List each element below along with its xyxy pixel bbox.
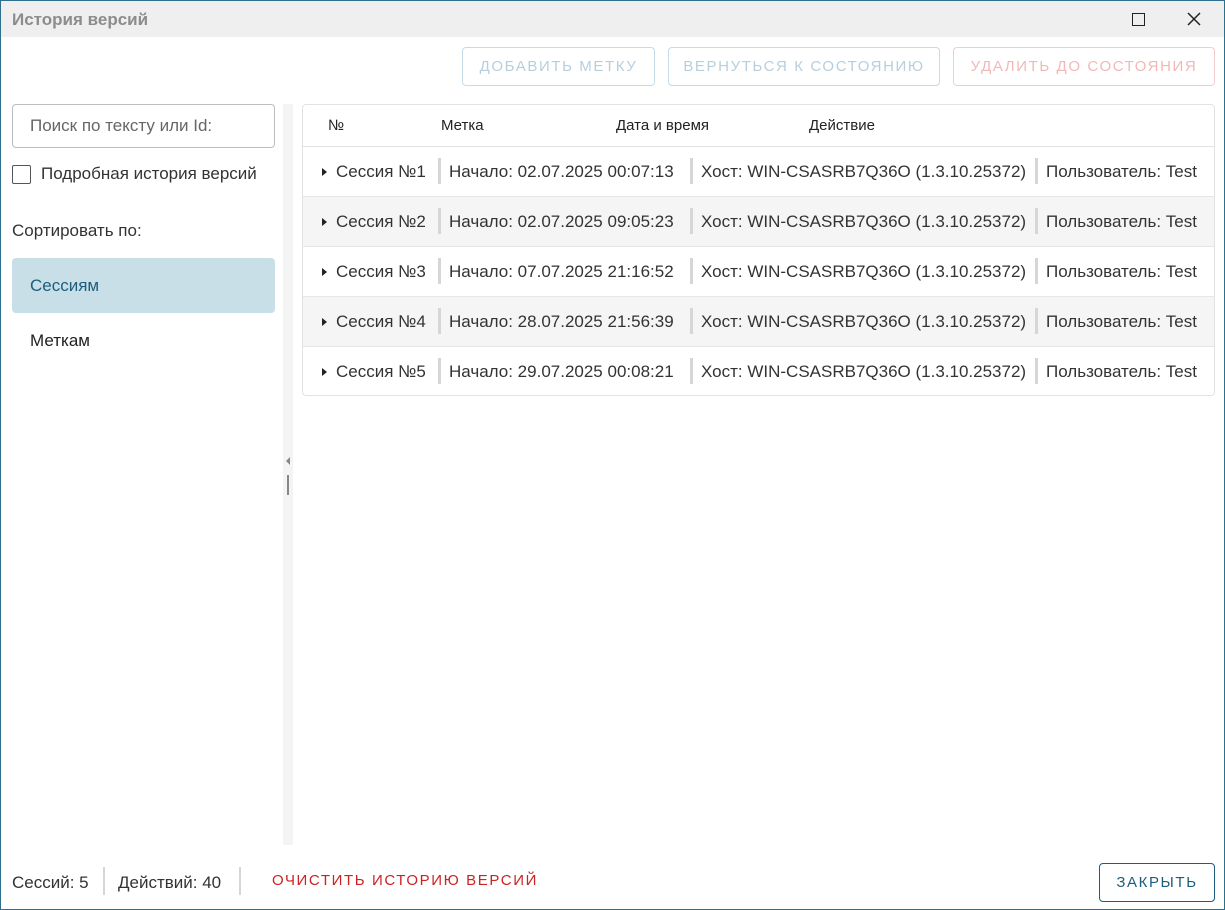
session-name: Сессия №4 [336, 312, 426, 331]
session-start: Начало: 29.07.2025 00:08:21 [449, 362, 674, 381]
cell-divider [438, 358, 441, 384]
footer-divider [239, 867, 241, 895]
splitter-handle[interactable] [287, 475, 289, 495]
session-name: Сессия №2 [336, 212, 426, 231]
cell-divider [438, 258, 441, 284]
column-header-tag[interactable]: Метка [441, 117, 484, 134]
session-host: Хост: WIN-CSASRB7Q36O (1.3.10.25372) [701, 362, 1027, 381]
session-start: Начало: 28.07.2025 21:56:39 [449, 312, 674, 331]
sort-option-sessions[interactable]: Сессиям [12, 258, 275, 313]
detailed-history-checkbox[interactable] [12, 164, 31, 184]
collapse-arrow-icon[interactable] [286, 457, 290, 465]
actions-count: Действий: 40 [118, 873, 222, 892]
table-row[interactable]: Сессия №1 Начало: 02.07.2025 00:07:13 Хо… [303, 147, 1214, 197]
cell-divider [690, 358, 693, 384]
session-user: Пользователь: Test [1046, 362, 1197, 381]
session-host: Хост: WIN-CSASRB7Q36O (1.3.10.25372) [701, 262, 1027, 281]
close-button[interactable]: ЗАКРЫТЬ [1099, 863, 1215, 902]
column-header-action[interactable]: Действие [809, 117, 875, 134]
title-bar: История версий [1, 1, 1224, 37]
cell-divider [1035, 358, 1038, 384]
session-host: Хост: WIN-CSASRB7Q36O (1.3.10.25372) [701, 212, 1027, 231]
session-host: Хост: WIN-CSASRB7Q36O (1.3.10.25372) [701, 312, 1027, 331]
session-start: Начало: 07.07.2025 21:16:52 [449, 262, 674, 281]
sort-option-label: Сессиям [30, 275, 100, 295]
sort-option-tags[interactable]: Меткам [12, 313, 275, 368]
caret-right-icon[interactable] [322, 318, 327, 326]
sort-by-label: Сортировать по: [12, 221, 142, 240]
caret-right-icon[interactable] [322, 218, 327, 226]
session-user: Пользователь: Test [1046, 162, 1197, 181]
caret-right-icon[interactable] [322, 168, 327, 176]
close-icon [1187, 12, 1201, 26]
delete-to-state-button[interactable]: УДАЛИТЬ ДО СОСТОЯНИЯ [953, 47, 1215, 86]
table-header: № Метка Дата и время Действие [303, 105, 1214, 147]
footer-divider [103, 867, 105, 895]
version-history-window: История версий ДОБАВИТЬ МЕТКУ ВЕРНУТЬСЯ … [0, 0, 1225, 910]
caret-right-icon[interactable] [322, 368, 327, 376]
session-user: Пользователь: Test [1046, 262, 1197, 281]
version-history-table: № Метка Дата и время Действие Сессия №1 … [302, 104, 1215, 396]
maximize-icon [1131, 12, 1145, 26]
sort-option-label: Меткам [30, 330, 90, 350]
clear-history-button[interactable]: ОЧИСТИТЬ ИСТОРИЮ ВЕРСИЙ [272, 872, 538, 889]
detailed-history-checkbox-row[interactable]: Подробная история версий [12, 164, 257, 184]
cell-divider [690, 208, 693, 234]
cell-divider [1035, 308, 1038, 334]
cell-divider [1035, 208, 1038, 234]
caret-right-icon[interactable] [322, 268, 327, 276]
session-user: Пользователь: Test [1046, 212, 1197, 231]
session-name: Сессия №1 [336, 162, 426, 181]
table-row[interactable]: Сессия №5 Начало: 29.07.2025 00:08:21 Хо… [303, 347, 1214, 395]
session-user: Пользователь: Test [1046, 312, 1197, 331]
table-row[interactable]: Сессия №2 Начало: 02.07.2025 09:05:23 Хо… [303, 197, 1214, 247]
session-start: Начало: 02.07.2025 09:05:23 [449, 212, 674, 231]
maximize-button[interactable] [1115, 1, 1161, 37]
cell-divider [690, 158, 693, 184]
cell-divider [438, 208, 441, 234]
session-name: Сессия №5 [336, 362, 426, 381]
search-input[interactable] [12, 104, 275, 148]
column-header-datetime[interactable]: Дата и время [616, 117, 709, 134]
column-header-number[interactable]: № [328, 117, 344, 134]
window-title: История версий [12, 10, 149, 29]
session-start: Начало: 02.07.2025 00:07:13 [449, 162, 674, 181]
add-tag-button[interactable]: ДОБАВИТЬ МЕТКУ [462, 47, 655, 86]
cell-divider [1035, 158, 1038, 184]
table-row[interactable]: Сессия №3 Начало: 07.07.2025 21:16:52 Хо… [303, 247, 1214, 297]
close-window-button[interactable] [1171, 1, 1217, 37]
revert-to-state-button[interactable]: ВЕРНУТЬСЯ К СОСТОЯНИЮ [668, 47, 940, 86]
cell-divider [690, 308, 693, 334]
cell-divider [438, 158, 441, 184]
session-name: Сессия №3 [336, 262, 426, 281]
cell-divider [1035, 258, 1038, 284]
cell-divider [438, 308, 441, 334]
sessions-count: Сессий: 5 [12, 873, 89, 892]
detailed-history-label: Подробная история версий [41, 164, 257, 183]
session-host: Хост: WIN-CSASRB7Q36O (1.3.10.25372) [701, 162, 1027, 181]
cell-divider [690, 258, 693, 284]
table-row[interactable]: Сессия №4 Начало: 28.07.2025 21:56:39 Хо… [303, 297, 1214, 347]
